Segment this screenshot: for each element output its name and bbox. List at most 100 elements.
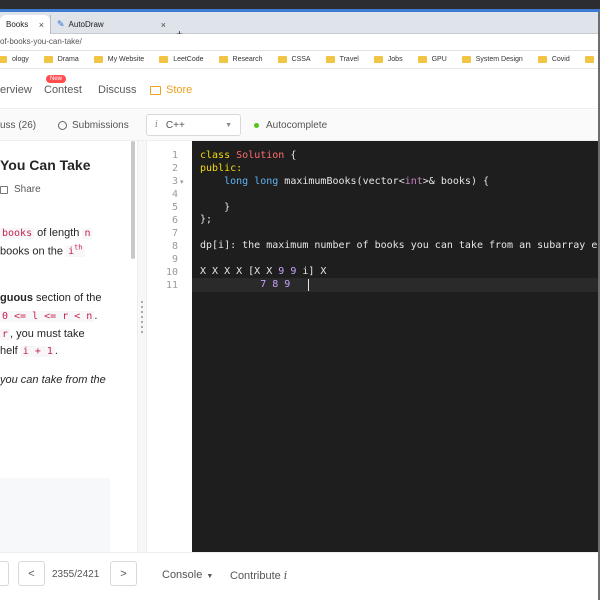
close-icon[interactable]: ×	[161, 20, 166, 30]
fold-icon[interactable]: ▾	[180, 178, 184, 186]
next-problem-button[interactable]: >	[110, 561, 137, 586]
nav-contest[interactable]: Contest	[44, 84, 82, 96]
bookmark-label: Drama	[57, 56, 79, 63]
code-editor[interactable]: 1 2 3 4 5 6 7 8 9 10 11 ▾ class Solution { public: …	[147, 141, 600, 552]
example-block	[0, 478, 110, 552]
bookmark-item[interactable]: ology	[0, 56, 29, 63]
line-number: 7	[171, 228, 178, 239]
folder-icon	[461, 56, 471, 63]
prev-problem-button[interactable]: <	[18, 561, 45, 586]
desc-line: r, you must take	[0, 328, 85, 340]
desc-line: you can take from the	[0, 374, 106, 386]
language-select[interactable]: i C++ ▼	[146, 114, 241, 136]
chevron-down-icon: ▼	[206, 573, 214, 580]
list-button[interactable]	[0, 561, 9, 586]
site-nav: erview New Contest Discuss Store	[0, 69, 600, 109]
bookmark-label: GPU	[431, 56, 447, 63]
folder-icon	[373, 56, 383, 63]
desc-line: books of length n	[0, 227, 93, 239]
line-number: 5	[171, 202, 178, 213]
text-cursor	[308, 279, 309, 291]
url-text: of-books-you-can-take/	[0, 37, 82, 46]
bottom-bar: < 2355/2421 > Console ▼ Contribute i	[0, 552, 600, 600]
discuss-tab[interactable]: uss (26)	[0, 120, 36, 131]
line-number: 1	[171, 150, 178, 161]
code-line: }	[224, 202, 231, 213]
bookmark-item[interactable]: GPU	[417, 56, 447, 63]
tab-autodraw[interactable]: ✎ AutoDraw ×	[50, 15, 172, 34]
code-line: };	[200, 214, 213, 225]
autocomplete-label: Autocomplete	[266, 120, 328, 131]
submissions-label: Submissions	[72, 120, 129, 131]
problem-counter: 2355/2421	[52, 569, 100, 580]
problem-title: You Can Take	[0, 157, 91, 173]
folder-icon	[277, 56, 287, 63]
clock-icon	[58, 121, 67, 130]
line-number: 8	[171, 241, 178, 252]
bookmark-item[interactable]: Research	[218, 56, 263, 63]
code-line: dp[i]: the maximum number of books you c…	[200, 240, 600, 251]
folder-icon	[159, 56, 169, 63]
bookmark-item[interactable]: CSSA	[277, 56, 311, 63]
nav-discuss[interactable]: Discuss	[98, 84, 137, 96]
bookmark-item[interactable]: LeetCode	[159, 56, 204, 63]
panel-splitter[interactable]	[137, 141, 147, 552]
close-icon[interactable]: ×	[39, 20, 44, 30]
code-line: X X X X [X X 9 9 i] X	[200, 266, 327, 277]
bookmark-label: System Design	[475, 56, 523, 63]
bookmark-item[interactable]: Covid	[537, 56, 570, 63]
desc-line: helf i + 1.	[0, 345, 58, 357]
line-number: 3	[171, 176, 178, 187]
new-badge: New	[46, 75, 67, 83]
bookmark-label: Covid	[551, 56, 570, 63]
desc-line: guous section of the	[0, 292, 102, 304]
folder-icon	[584, 56, 594, 63]
contribute-button[interactable]: Contribute i	[230, 569, 287, 582]
line-gutter: 1 2 3 4 5 6 7 8 9 10 11 ▾	[147, 141, 192, 552]
bookmark-label: LeetCode	[173, 56, 204, 63]
code-line: public:	[200, 163, 243, 174]
autocomplete-toggle[interactable]: Autocomplete	[254, 120, 327, 131]
folder-icon	[0, 56, 7, 63]
nav-store-label: Store	[166, 84, 193, 96]
bookmark-label: ology	[12, 56, 29, 63]
bookmark-label: My Website	[107, 56, 145, 63]
problem-description: You Can Take Share books of length n boo…	[0, 141, 137, 552]
bookmark-item[interactable]: Drama	[43, 56, 79, 63]
address-bar[interactable]: of-books-you-can-take/	[0, 34, 600, 51]
bookmarks-bar: ology Drama My Website LeetCode Research CSSA…	[0, 51, 600, 69]
share-label: Share	[14, 184, 41, 195]
tab-autodraw-label: AutoDraw	[68, 20, 104, 29]
code-line: long long maximumBooks(vector<int>& book…	[224, 176, 490, 187]
info-icon: i	[283, 569, 288, 582]
line-number: 2	[171, 163, 178, 174]
line-number: 9	[171, 254, 178, 265]
code-line: 7 8 9	[260, 279, 291, 290]
console-button[interactable]: Console ▼	[162, 569, 213, 581]
folder-icon	[93, 56, 103, 63]
description-scrollbar[interactable]	[131, 141, 135, 259]
bookmark-item[interactable]: System Design	[461, 56, 523, 63]
nav-store[interactable]: Store	[150, 84, 192, 96]
drag-handle-icon	[141, 301, 143, 333]
code-area[interactable]: class Solution { public: long long maxim…	[192, 141, 600, 552]
nav-overview[interactable]: erview	[0, 84, 32, 96]
window-chrome	[0, 0, 600, 12]
problem-toolbar: uss (26) Submissions i C++ ▼ Autocomplet…	[0, 110, 600, 141]
line-number: 4	[171, 189, 178, 200]
browser-tab-strip: Books × ✎ AutoDraw × +	[0, 12, 600, 41]
language-value: C++	[165, 119, 185, 131]
desc-line: 0 <= l <= r < n.	[0, 310, 98, 322]
status-dot-icon	[254, 123, 259, 128]
share-icon	[0, 185, 8, 194]
submissions-tab[interactable]: Submissions	[58, 120, 129, 131]
bookmark-item[interactable]: Jobs	[373, 56, 403, 63]
share-button[interactable]: Share	[0, 184, 41, 195]
line-number: 10	[165, 267, 178, 278]
bookmark-item[interactable]: My Website	[93, 56, 145, 63]
chevron-down-icon: ▼	[225, 121, 232, 129]
bookmark-item[interactable]: Travel	[325, 56, 359, 63]
tab-books[interactable]: Books ×	[0, 15, 50, 34]
bookmark-label: Research	[232, 56, 263, 63]
tab-books-label: Books	[6, 20, 29, 29]
